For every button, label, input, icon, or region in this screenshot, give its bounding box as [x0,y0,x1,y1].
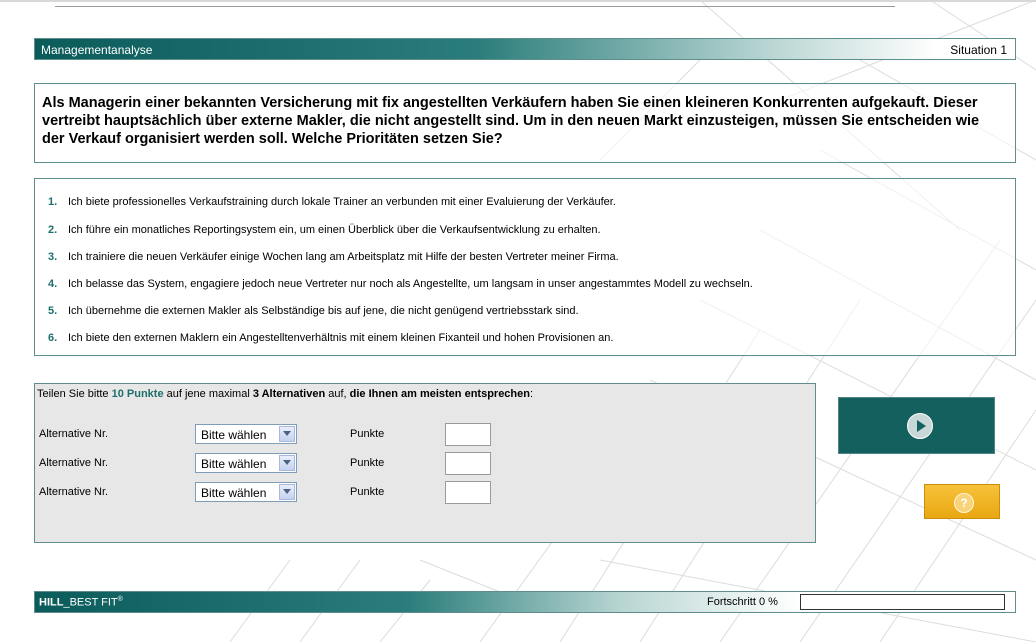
chevron-down-icon[interactable] [279,426,295,442]
allocation-row: Alternative Nr. Bitte wählen Punkte [35,422,635,446]
module-title: Managementanalyse [41,43,153,57]
alternative-number: 1. [48,196,58,208]
progress-label: Fortschritt 0 % [707,596,778,608]
help-button[interactable]: ? [924,484,1000,519]
points-allocation-panel: Teilen Sie bitte 10 Punkte auf jene maxi… [34,383,816,543]
instruction-alternatives: 3 Alternativen [252,388,326,400]
alternative-number: 5. [48,305,58,317]
alternative-text: Ich biete den externen Maklern ein Anges… [68,332,614,344]
instruction-text: auf, [325,388,350,400]
question-panel: Als Managerin einer bekannten Versicheru… [34,83,1016,163]
header-bar: Managementanalyse Situation 1 [34,38,1016,60]
footer-bar: HILL_BEST FIT® Fortschritt 0 % [34,591,1016,613]
alternative-item: 4. Ich belasse das System, engagiere jedo… [48,278,753,292]
alternative-number: 2. [48,224,58,236]
brand-logo: HILL_BEST FIT® [39,596,123,609]
alternative-text: Ich führe ein monatliches Reportingsyste… [68,224,601,236]
next-button[interactable] [838,397,995,454]
points-label: Punkte [350,428,385,440]
instruction-points: 10 Punkte [111,388,164,400]
alternative-select-value: Bitte wählen [201,486,267,500]
alternative-item: 1. Ich biete professionelles Verkaufstrai… [48,196,616,210]
question-text: Als Managerin einer bekannten Versicheru… [42,95,980,147]
instruction-text: auf jene maximal [163,388,253,400]
instruction-text: : [530,388,534,400]
alternative-item: 6. Ich biete den externen Maklern ein Ang… [48,332,613,346]
alternative-number: 4. [48,278,58,290]
alternative-label: Alternative Nr. [39,428,109,440]
alternative-select[interactable]: Bitte wählen [195,482,297,502]
points-input[interactable] [445,481,491,504]
alternative-select-value: Bitte wählen [201,457,267,471]
alternative-item: 2. Ich führe ein monatliches Reportingsys… [48,224,601,238]
alternative-label: Alternative Nr. [39,457,109,469]
brand-registered-mark: ® [117,596,123,603]
allocation-row: Alternative Nr. Bitte wählen Punkte [35,480,635,504]
instruction-emphasis: die Ihnen am meisten entsprechen [349,388,530,400]
brand-name: HILL [39,596,64,609]
alternative-label: Alternative Nr. [39,486,109,498]
alternative-select[interactable]: Bitte wählen [195,424,297,444]
points-input[interactable] [445,423,491,446]
brand-suffix: _BEST FIT [63,596,118,609]
alternative-number: 6. [48,332,58,344]
points-label: Punkte [350,486,385,498]
alternative-text: Ich trainiere die neuen Verkäufer einige… [68,251,619,263]
allocation-instruction: Teilen Sie bitte 10 Punkte auf jene maxi… [37,388,533,400]
instruction-text: Teilen Sie bitte [37,388,112,400]
alternative-item: 3. Ich trainiere die neuen Verkäufer eini… [48,251,619,265]
alternatives-list: 1. Ich biete professionelles Verkaufstrai… [34,178,1016,356]
points-input[interactable] [445,452,491,475]
points-label: Punkte [350,457,385,469]
alternative-item: 5. Ich übernehme die externen Makler als … [48,305,579,319]
window-top-frame [55,0,895,7]
alternative-text: Ich biete professionelles Verkaufstraini… [68,196,616,208]
alternative-select[interactable]: Bitte wählen [195,453,297,473]
alternative-number: 3. [48,251,58,263]
alternative-select-value: Bitte wählen [201,428,267,442]
allocation-row: Alternative Nr. Bitte wählen Punkte [35,451,635,475]
chevron-down-icon[interactable] [279,455,295,471]
question-icon: ? [954,493,974,513]
alternative-text: Ich belasse das System, engagiere jedoch… [68,278,753,290]
alternative-text: Ich übernehme die externen Makler als Se… [68,305,579,317]
situation-label: Situation 1 [950,43,1007,57]
progress-bar [800,594,1005,610]
play-icon [907,413,933,439]
chevron-down-icon[interactable] [279,484,295,500]
